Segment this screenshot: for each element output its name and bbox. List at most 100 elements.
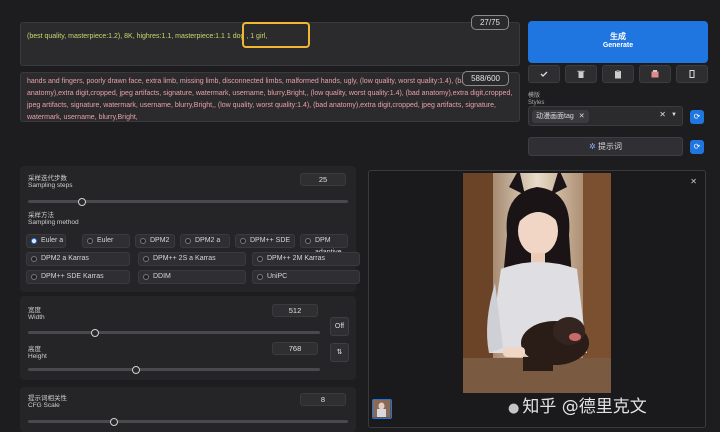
width-slider[interactable] [28, 328, 320, 337]
sampling-method-option[interactable]: DPM++ SDE Karras [26, 270, 130, 284]
sampling-method-option[interactable]: DPM++ 2M Karras [252, 252, 360, 266]
generated-image[interactable] [463, 173, 611, 393]
negative-token-counter: 588/600 [462, 71, 509, 86]
radio-dot [31, 256, 37, 262]
radio-dot [257, 274, 263, 280]
cfg-label-cn: 提示词相关性 [28, 395, 67, 402]
sampling-method-label-en: Sampling method [28, 219, 79, 226]
output-gallery: ✕ [368, 170, 706, 428]
cfg-slider[interactable] [28, 417, 348, 426]
radio-dot [240, 238, 246, 244]
sampling-method-label: UniPC [267, 273, 288, 280]
copy-button[interactable] [676, 65, 708, 83]
cfg-input[interactable]: 8 [300, 393, 346, 406]
radio-dot [143, 274, 149, 280]
cfg-panel: 提示词相关性 CFG Scale 8 [20, 387, 356, 432]
sampling-method-option[interactable]: Euler a [26, 234, 66, 248]
sampling-method-label: DPM2 a [195, 237, 221, 244]
radio-dot [87, 238, 93, 244]
sparkle-icon: ✲ [589, 142, 596, 151]
thumbnail-image [373, 400, 390, 417]
height-label-cn: 高度 [28, 346, 41, 353]
copy-icon [689, 70, 695, 78]
height-input[interactable]: 768 [272, 342, 318, 355]
sampling-method-option[interactable]: UniPC [252, 270, 360, 284]
sampling-method-option[interactable]: DPM2 a [180, 234, 230, 248]
generate-button[interactable]: 生成 Generate [528, 21, 708, 63]
radio-dot [257, 256, 263, 262]
cfg-label: 提示词相关性 CFG Scale [28, 395, 67, 409]
refresh-icon: ⟳ [693, 142, 701, 151]
styles-label: 模版 Styles [528, 93, 544, 107]
sampling-method-option[interactable]: Euler [82, 234, 130, 248]
sampling-steps-slider-thumb[interactable] [78, 197, 87, 206]
clear-icon[interactable]: ✕ [659, 110, 666, 119]
swap-icon: ⇅ [336, 349, 343, 356]
annotation-highlight-box [242, 22, 310, 48]
sampling-method-label: DDIM [153, 273, 171, 280]
generate-label-en: Generate [602, 42, 634, 49]
sampling-steps-label: 采样迭代步数 Sampling steps [28, 175, 72, 189]
width-label-cn: 宽度 [28, 307, 41, 314]
sampling-method-option[interactable]: DPM++ 2S a Karras [138, 252, 246, 266]
width-label: 宽度 Width [28, 307, 45, 321]
watermark-text: 知乎 @德里克文 [522, 397, 647, 417]
sampling-steps-slider[interactable] [28, 197, 348, 206]
radio-dot [185, 238, 191, 244]
radio-dot [305, 238, 311, 244]
height-label-en: Height [28, 353, 47, 360]
refresh-prompt-button[interactable]: ⟳ [690, 140, 704, 154]
paste-button[interactable] [602, 65, 634, 83]
radio-dot [140, 238, 146, 244]
save-style-button[interactable] [639, 65, 671, 83]
sampling-method-option[interactable]: DPM adaptive [300, 234, 348, 256]
sampling-method-label: DPM2 [150, 237, 170, 244]
negative-prompt-input[interactable]: hands and fingers, poorly drawn face, ex… [20, 71, 520, 122]
size-toggle-button[interactable]: Off [330, 317, 349, 336]
height-label: 高度 Height [28, 346, 47, 360]
style-chip-label: 动漫画面tag [536, 113, 574, 120]
prompt-helper-label: 提示词 [597, 142, 622, 151]
chip-remove-icon[interactable]: ✕ [579, 113, 585, 120]
cfg-slider-thumb[interactable] [110, 417, 119, 426]
sampling-steps-label-cn: 采样迭代步数 [28, 175, 67, 182]
size-panel: 宽度 Width 512 高度 Height 768 Off ⇅ [20, 296, 356, 380]
width-slider-thumb[interactable] [91, 328, 100, 337]
gallery-thumbnail[interactable] [372, 399, 392, 419]
height-slider-thumb[interactable] [132, 365, 141, 374]
height-slider[interactable] [28, 365, 320, 374]
width-input[interactable]: 512 [272, 304, 318, 317]
close-icon[interactable]: ✕ [690, 177, 697, 186]
sampling-method-label: DPM++ 2M Karras [267, 255, 325, 262]
width-label-en: Width [28, 314, 45, 321]
clear-button[interactable] [565, 65, 597, 83]
sampling-method-label: DPM++ 2S a Karras [153, 255, 216, 262]
style-chip[interactable]: 动漫画面tag ✕ [532, 110, 589, 123]
trash-icon [577, 70, 585, 78]
sampling-method-option[interactable]: DPM2 [135, 234, 175, 248]
styles-dropdown[interactable]: 动漫画面tag ✕ ✕ ▼ [528, 106, 683, 126]
sampling-method-label-cn: 采样方法 [28, 212, 54, 219]
clipboard-icon [615, 70, 621, 79]
sampling-method-label: DPM++ SDE [250, 237, 291, 244]
sampling-method-option[interactable]: DDIM [138, 270, 246, 284]
wechat-logo-icon: ● [508, 401, 520, 416]
apply-button[interactable] [528, 65, 560, 83]
negative-prompt-text: hands and fingers, poorly drawn face, ex… [27, 78, 513, 121]
sampling-method-option[interactable]: DPM2 a Karras [26, 252, 130, 266]
prompt-helper-button[interactable]: ✲ 提示词 [528, 137, 683, 156]
sampling-method-option[interactable]: DPM++ SDE [235, 234, 295, 248]
sampling-method-label: Euler [97, 237, 114, 244]
check-icon [540, 71, 548, 77]
radio-dot [31, 238, 37, 244]
chevron-down-icon[interactable]: ▼ [671, 112, 677, 118]
sampling-method-label: Euler a [41, 237, 64, 244]
refresh-styles-button[interactable]: ⟳ [690, 110, 704, 124]
swap-dimensions-button[interactable]: ⇅ [330, 343, 349, 362]
sampling-method-label: 采样方法 Sampling method [28, 212, 79, 226]
refresh-icon: ⟳ [693, 112, 701, 121]
radio-dot [31, 274, 37, 280]
sampling-steps-label-en: Sampling steps [28, 182, 73, 189]
sampling-steps-input[interactable]: 25 [300, 173, 346, 186]
save-style-icon [651, 70, 659, 78]
